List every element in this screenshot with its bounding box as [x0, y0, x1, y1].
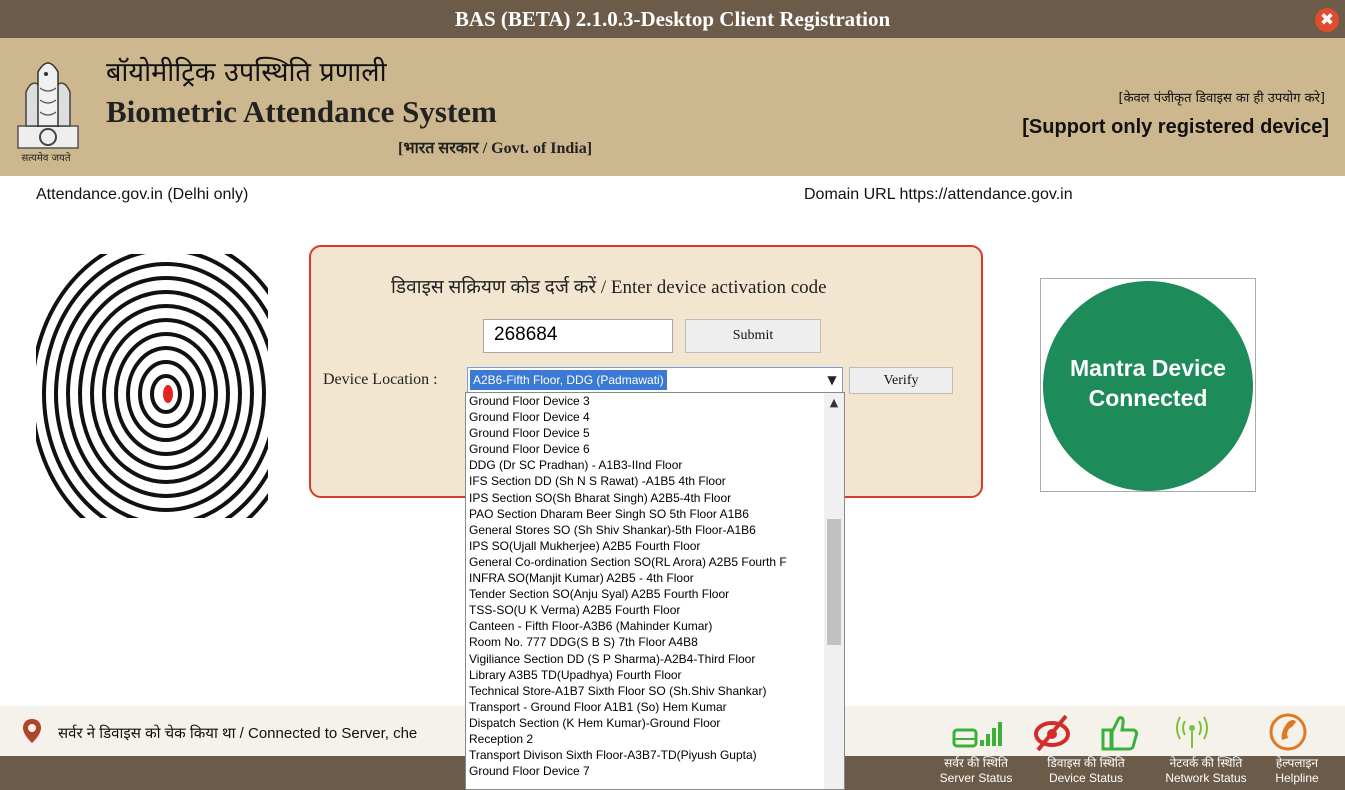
dropdown-option[interactable]: Dispatch Section (K Hem Kumar)-Ground Fl… — [466, 715, 844, 731]
scroll-up-icon[interactable]: ▲ — [824, 393, 844, 413]
dropdown-option[interactable]: Ground Floor Device 4 — [466, 409, 844, 425]
device-location-dropdown[interactable]: Ground Floor Device 3 Ground Floor Device… — [465, 392, 845, 790]
support-note-hindi: [केवल पंजीकृत डिवाइस का ही उपयोग करे] — [1118, 91, 1326, 106]
close-icon: ✖ — [1319, 10, 1335, 30]
status-message: सर्वर ने डिवाइस को चेक किया था / Connect… — [58, 725, 418, 742]
device-status-english: Device Status — [1048, 771, 1124, 785]
dropdown-option[interactable]: Vigiliance Section DD (S P Sharma)-A2B4-… — [466, 651, 844, 667]
device-location-selected: A2B6-Fifth Floor, DDG (Padmawati) — [470, 370, 667, 390]
location-pin-icon — [23, 719, 41, 743]
emblem-caption: सत्यमेव जयते — [21, 153, 71, 164]
support-note-english: [Support only registered device] — [1022, 116, 1329, 138]
govt-label: [भारत सरकार / Govt. of India] — [398, 140, 593, 157]
helpline-hindi: हेल्पलाइन — [1275, 756, 1319, 770]
dropdown-option[interactable]: DDG (Dr SC Pradhan) - A1B3-IInd Floor — [466, 457, 844, 473]
network-status-label: नेटवर्क की स्थिति Network Status — [1154, 756, 1258, 786]
close-button[interactable]: ✖ — [1315, 8, 1339, 32]
dropdown-option[interactable]: Ground Floor Device 6 — [466, 441, 844, 457]
network-status-english: Network Status — [1165, 771, 1247, 785]
wifi-tower-icon[interactable] — [1172, 712, 1212, 752]
device-status-label: डिवाइस की स्थिति Device Status — [1038, 756, 1134, 786]
hindi-title: बॉयोमीट्रिक उपस्थिति प्रणाली — [106, 57, 387, 88]
dropdown-option[interactable]: Transport - Ground Floor A1B1 (So) Hem K… — [466, 699, 844, 715]
dropdown-option[interactable]: TSS-SO(U K Verma) A2B5 Fourth Floor — [466, 602, 844, 618]
server-signal-icon[interactable] — [950, 712, 1004, 752]
dropdown-option[interactable]: Ground Floor Device 3 — [466, 393, 844, 409]
dropdown-option[interactable]: IPS Section SO(Sh Bharat Singh) A2B5-4th… — [466, 490, 844, 506]
dropdown-option[interactable]: Ground Floor Device 7 — [466, 763, 844, 779]
dropdown-option[interactable]: Technical Store-A1B7 Sixth Floor SO (Sh.… — [466, 683, 844, 699]
app-header: सत्यमेव जयते बॉयोमीट्रिक उपस्थिति प्रणाल… — [0, 38, 1345, 176]
dropdown-option[interactable]: Ground Floor Device 5 — [466, 425, 844, 441]
activation-title: डिवाइस सक्रियण कोड दर्ज करें / Enter dev… — [391, 277, 827, 298]
verify-button[interactable]: Verify — [849, 367, 953, 394]
device-status-line2: Connected — [1088, 385, 1208, 411]
submit-button[interactable]: Submit — [685, 319, 821, 353]
device-connected-indicator: Mantra Device Connected — [1043, 281, 1253, 491]
dropdown-option[interactable]: Tender Section SO(Anju Syal) A2B5 Fourth… — [466, 586, 844, 602]
dropdown-option[interactable]: General Co-ordination Section SO(RL Aror… — [466, 554, 844, 570]
helpline-english: Helpline — [1275, 771, 1319, 785]
scrollbar-thumb[interactable] — [827, 519, 841, 645]
dropdown-options: Ground Floor Device 3 Ground Floor Device… — [466, 393, 844, 779]
device-status-hindi: डिवाइस की स्थिति — [1047, 756, 1125, 770]
helpline-label: हेल्पलाइन Helpline — [1262, 756, 1332, 786]
device-status-badge: Mantra Device Connected — [1040, 278, 1256, 492]
phone-icon[interactable] — [1268, 712, 1308, 752]
dropdown-option[interactable]: Library A3B5 TD(Upadhya) Fourth Floor — [466, 667, 844, 683]
dropdown-option[interactable]: Room No. 777 DDG(S B S) 7th Floor A4B8 — [466, 634, 844, 650]
dropdown-option[interactable]: Reception 2 — [466, 731, 844, 747]
server-status-english: Server Status — [939, 771, 1013, 785]
dropdown-option[interactable]: PAO Section Dharam Beer Singh SO 5th Flo… — [466, 506, 844, 522]
fingerprint-image — [36, 254, 268, 518]
window-title: BAS (BETA) 2.1.0.3-Desktop Client Regist… — [454, 7, 891, 31]
dropdown-option[interactable]: Canteen - Fifth Floor-A3B6 (Mahinder Kum… — [466, 618, 844, 634]
network-status-hindi: नेटवर्क की स्थिति — [1169, 756, 1243, 770]
domain-url-label: Domain URL https://attendance.gov.in — [804, 186, 1073, 203]
chevron-down-icon[interactable]: ▼ — [822, 368, 842, 392]
attendance-site-label: Attendance.gov.in (Delhi only) — [36, 186, 249, 203]
dropdown-option[interactable]: Transport Divison Sixth Floor-A3B7-TD(Pi… — [466, 747, 844, 763]
dropdown-option[interactable]: INFRA SO(Manjit Kumar) A2B5 - 4th Floor — [466, 570, 844, 586]
english-title: Biometric Attendance System — [106, 94, 497, 129]
fingerprint-slash-icon[interactable] — [1028, 712, 1076, 752]
dropdown-option[interactable]: IFS Section DD (Sh N S Rawat) -A1B5 4th … — [466, 473, 844, 489]
dropdown-option[interactable]: General Stores SO (Sh Shiv Shankar)-5th … — [466, 522, 844, 538]
dropdown-option[interactable]: IPS SO(Ujall Mukherjee) A2B5 Fourth Floo… — [466, 538, 844, 554]
server-status-hindi: सर्वर की स्थिति — [944, 756, 1008, 770]
window-title-bar: BAS (BETA) 2.1.0.3-Desktop Client Regist… — [0, 0, 1345, 38]
device-status-line1: Mantra Device — [1070, 355, 1226, 381]
thumbs-up-icon[interactable] — [1100, 712, 1140, 752]
dropdown-scrollbar[interactable]: ▲ — [824, 393, 844, 789]
activation-code-input[interactable]: 268684 — [483, 319, 673, 353]
device-location-select[interactable]: A2B6-Fifth Floor, DDG (Padmawati) ▼ — [467, 367, 843, 393]
server-status-label: सर्वर की स्थिति Server Status — [934, 756, 1018, 786]
device-location-label: Device Location : — [323, 371, 438, 388]
